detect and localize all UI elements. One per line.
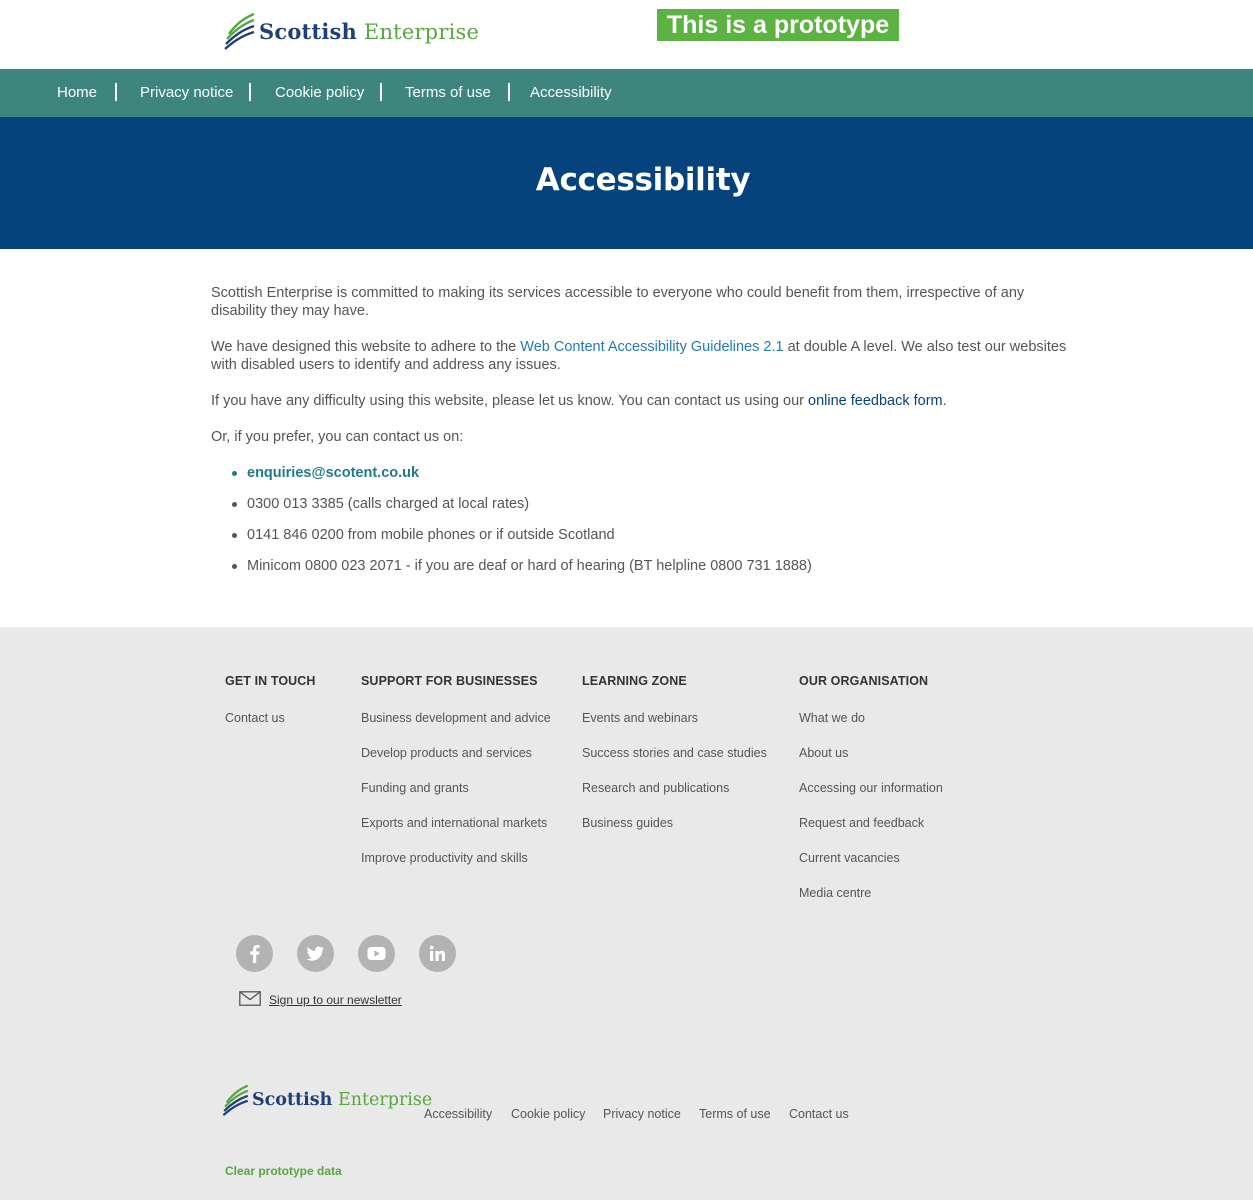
bottom-link-accessibility[interactable]: Accessibility (424, 1106, 492, 1122)
page-hero: Accessibility (0, 117, 1253, 249)
contact-intro: Or, if you prefer, you can contact us on… (211, 429, 464, 445)
linkedin-icon[interactable] (419, 935, 456, 972)
nav-item-privacy-notice[interactable]: Privacy notice (140, 69, 233, 117)
scottish-enterprise-logo[interactable]: Scottish Enterprise (224, 12, 479, 50)
site-footer: GET IN TOUCH Contact us SUPPORT FOR BUSI… (0, 627, 1253, 1200)
bottom-link-privacy-notice[interactable]: Privacy notice (603, 1106, 681, 1122)
nav-item-accessibility[interactable]: Accessibility (530, 69, 612, 117)
list-item: 0141 846 0200 from mobile phones or if o… (232, 526, 1071, 544)
bottom-link-contact-us[interactable]: Contact us (789, 1106, 849, 1122)
twitter-icon[interactable] (297, 935, 334, 972)
nav-item-cookie-policy[interactable]: Cookie policy (275, 69, 364, 117)
footer-link[interactable]: Business development and advice (361, 710, 551, 726)
footer-heading: LEARNING ZONE (582, 674, 687, 688)
footer-link[interactable]: What we do (799, 710, 943, 726)
footer-heading: SUPPORT FOR BUSINESSES (361, 674, 538, 688)
footer-link[interactable]: Exports and international markets (361, 815, 551, 831)
nav-separator (508, 83, 510, 101)
footer-link[interactable]: Current vacancies (799, 850, 943, 866)
page-title: Accessibility (535, 162, 751, 198)
site-header: Scottish Enterprise This is a prototype (0, 0, 1253, 69)
prototype-banner: This is a prototype (657, 9, 899, 41)
newsletter-signup-link[interactable]: Sign up to our newsletter (239, 989, 402, 1007)
footer-link[interactable]: Develop products and services (361, 745, 551, 761)
logo-wordmark: Scottish Enterprise (252, 1090, 433, 1110)
footer-heading: OUR ORGANISATION (799, 674, 929, 688)
envelope-icon (239, 990, 261, 1006)
list-item: 0300 013 3385 (calls charged at local ra… (232, 495, 1071, 513)
paragraph-text: We have designed this website to adhere … (211, 339, 521, 355)
footer-column-our-organisation: OUR ORGANISATION What we do About us Acc… (799, 673, 943, 920)
footer-link[interactable]: Request and feedback (799, 815, 943, 831)
list-item: Minicom 0800 023 2071 - if you are deaf … (232, 557, 1071, 575)
bottom-link-terms-of-use[interactable]: Terms of use (699, 1106, 771, 1122)
footer-column-support-for-businesses: SUPPORT FOR BUSINESSES Business developm… (361, 673, 551, 885)
contact-list: enquiries@scotent.co.uk 0300 013 3385 (c… (211, 464, 1071, 575)
footer-link[interactable]: About us (799, 745, 943, 761)
footer-heading: GET IN TOUCH (225, 674, 316, 688)
guidelines-paragraph: We have designed this website to adhere … (211, 338, 1071, 374)
footer-logo[interactable]: Scottish Enterprise (222, 1084, 432, 1116)
nav-separator (380, 83, 382, 101)
paragraph-text: If you have any difficulty using this we… (211, 393, 809, 409)
footer-link[interactable]: Funding and grants (361, 780, 551, 796)
newsletter-label: Sign up to our newsletter (269, 993, 402, 1007)
footer-link[interactable]: Accessing our information (799, 780, 943, 796)
footer-link[interactable]: Success stories and case studies (582, 745, 767, 761)
bottom-link-cookie-policy[interactable]: Cookie policy (511, 1106, 585, 1122)
nav-item-home[interactable]: Home (57, 69, 97, 117)
nav-separator (249, 83, 251, 101)
feedback-form-link[interactable]: online feedback form (808, 393, 943, 409)
footer-link[interactable]: Research and publications (582, 780, 767, 796)
footer-link[interactable]: Improve productivity and skills (361, 850, 551, 866)
email-link[interactable]: enquiries@scotent.co.uk (247, 465, 419, 481)
feedback-paragraph: If you have any difficulty using this we… (211, 392, 1071, 410)
logo-swoosh-icon (222, 1084, 249, 1116)
logo-swoosh-icon (224, 12, 255, 50)
youtube-icon[interactable] (358, 935, 395, 972)
footer-column-get-in-touch: GET IN TOUCH Contact us (225, 673, 316, 745)
footer-link[interactable]: Contact us (225, 710, 316, 726)
nav-item-terms-of-use[interactable]: Terms of use (405, 69, 491, 117)
main-content: Scottish Enterprise is committed to maki… (211, 284, 1071, 588)
clear-prototype-data-link[interactable]: Clear prototype data (225, 1164, 342, 1178)
paragraph-text: . (942, 393, 947, 409)
nav-separator (115, 83, 117, 101)
logo-wordmark: Scottish Enterprise (259, 18, 480, 44)
wcag-link[interactable]: Web Content Accessibility Guidelines 2.1 (520, 339, 783, 355)
footer-link[interactable]: Media centre (799, 885, 943, 901)
list-item: enquiries@scotent.co.uk (232, 464, 1071, 482)
intro-paragraph: Scottish Enterprise is committed to maki… (211, 285, 1025, 319)
footer-link[interactable]: Business guides (582, 815, 767, 831)
footer-link[interactable]: Events and webinars (582, 710, 767, 726)
main-nav: Home Privacy notice Cookie policy Terms … (0, 69, 1253, 117)
footer-column-learning-zone: LEARNING ZONE Events and webinars Succes… (582, 673, 767, 850)
facebook-icon[interactable] (236, 935, 273, 972)
